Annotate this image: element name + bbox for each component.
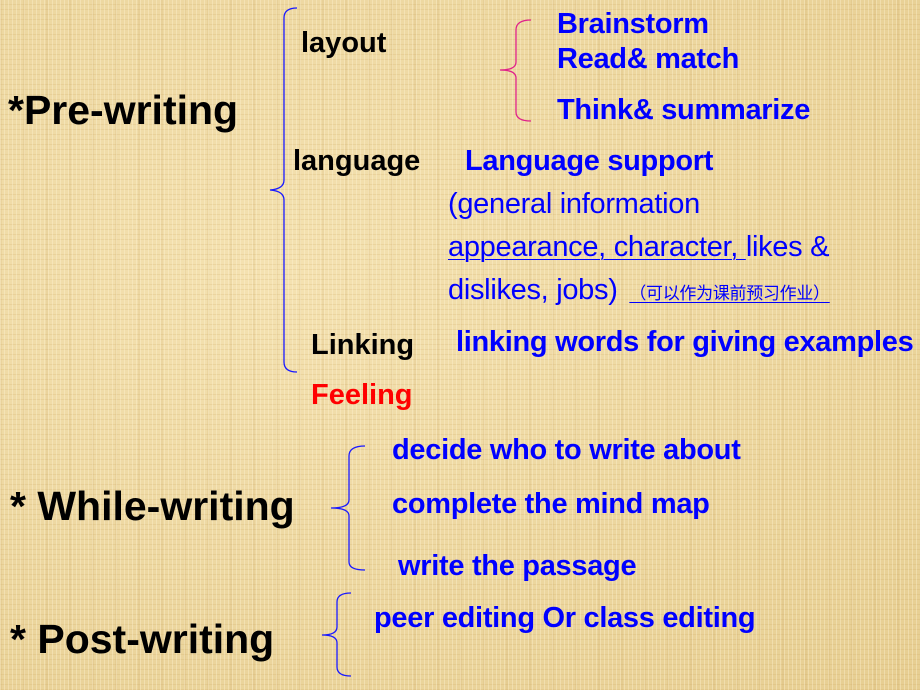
pre-writing-bracket [269,7,298,373]
language-detail-rest: likes & [745,231,830,263]
post-writing-item-editing: peer editing Or class editing [374,602,756,634]
post-writing-bracket [321,592,352,677]
layout-label: layout [301,27,387,59]
linking-label: Linking [311,329,415,361]
layout-item-brainstorm: Brainstorm [557,8,709,40]
language-detail-line-1: (general information [448,188,700,220]
while-writing-item-passage: write the passage [398,550,637,582]
while-writing-item-decide: decide who to write about [392,434,741,466]
language-detail-underlined: appearance, character, [448,231,746,263]
while-writing-heading: * While-writing [10,483,295,529]
while-writing-item-mind-map: complete the mind map [392,488,710,520]
language-detail-jobs: dislikes, jobs) [448,274,618,306]
language-detail-line-3: dislikes, jobs) （可以作为课前预习作业） [448,276,830,305]
language-detail-line-2: appearance, character, likes & [448,233,829,262]
pre-writing-heading: *Pre-writing [8,87,239,133]
linking-detail: linking words for giving examples [456,326,914,358]
language-support-text: Language support [465,145,714,177]
language-label: language [293,145,421,177]
layout-bracket [499,19,532,122]
feeling-label: Feeling [311,379,413,411]
layout-item-think-summarize: Think& summarize [557,94,811,126]
while-writing-bracket [330,445,366,571]
layout-item-read-match: Read& match [557,43,740,75]
post-writing-heading: * Post-writing [10,616,275,662]
preview-homework-note: （可以作为课前预习作业） [629,284,830,303]
